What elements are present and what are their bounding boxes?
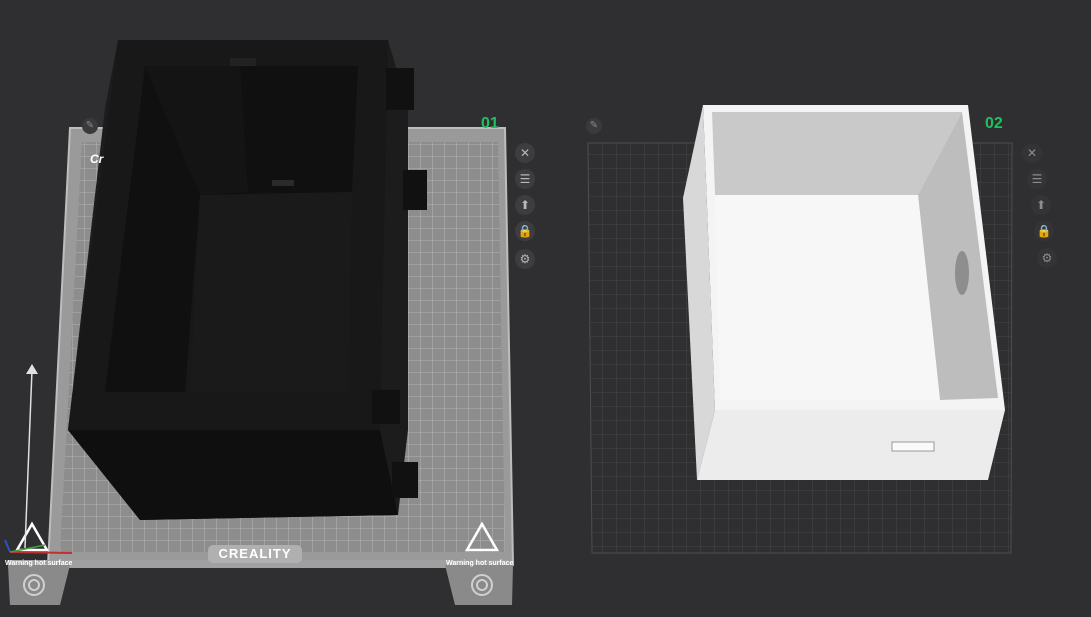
arrange-plate-02-icon[interactable]: ☰ bbox=[1027, 169, 1047, 189]
model-dark-box[interactable] bbox=[68, 40, 427, 520]
creality-logo: CREALITY bbox=[208, 545, 302, 563]
warning-text-left: Warning hot surface bbox=[5, 560, 73, 567]
edit-plate-01-icon[interactable]: ✎ bbox=[82, 118, 98, 134]
close-plate-01-icon[interactable]: ✕ bbox=[515, 143, 535, 163]
plate-name-fragment: Cr bbox=[90, 152, 104, 166]
plate-number-01: 01 bbox=[481, 115, 499, 132]
arrange-plate-01-icon[interactable]: ☰ bbox=[515, 169, 535, 189]
lock-plate-02-icon[interactable]: 🔒 bbox=[1034, 221, 1054, 241]
3d-viewport[interactable] bbox=[0, 0, 1091, 617]
model-white-box[interactable] bbox=[683, 105, 1005, 480]
lock-plate-01-icon[interactable]: 🔒 bbox=[515, 221, 535, 241]
warning-text-right: Warning hot surface bbox=[446, 560, 514, 567]
plate-number-02: 02 bbox=[985, 115, 1003, 132]
settings-plate-02-icon[interactable]: ⚙ bbox=[1037, 248, 1057, 268]
edit-plate-02-icon[interactable]: ✎ bbox=[586, 118, 602, 134]
auto-orient-plate-01-icon[interactable]: ⬆ bbox=[515, 195, 535, 215]
auto-orient-plate-02-icon[interactable]: ⬆ bbox=[1031, 195, 1051, 215]
close-plate-02-icon[interactable]: ✕ bbox=[1022, 143, 1042, 163]
settings-plate-01-icon[interactable]: ⚙ bbox=[515, 249, 535, 269]
